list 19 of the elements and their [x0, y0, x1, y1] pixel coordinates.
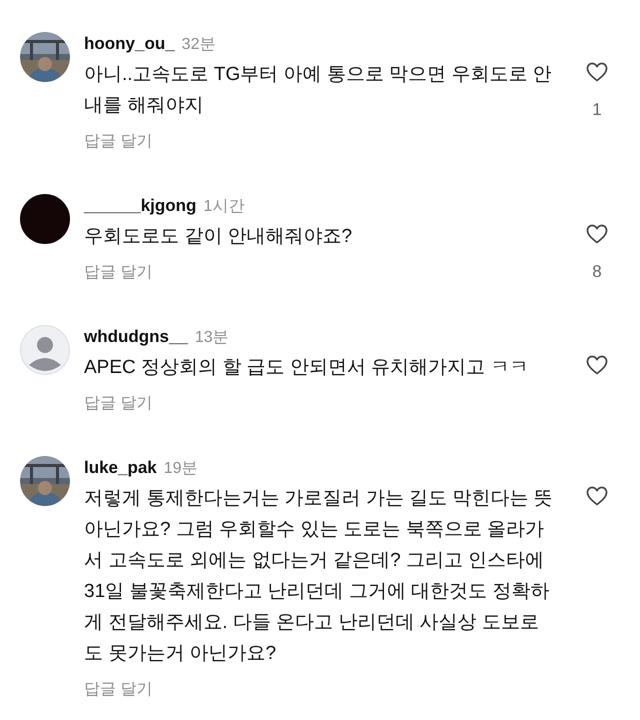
comment-text: 저렇게 통제한다는거는 가로질러 가는 길도 막힌다는 뜻아닌가요? 그럼 우회할수 있는 도로는 북쪽으로 올라가서 고속도로 외에는 없다는거 같은데? 그리고 인스타에 31일 불꽃축제한다고 난리던데 그거에 대한것도 정확하게 전달해주세요. 다들 온다고 난리던데 사실상 도보로도 못가는거 아닌가요?: [84, 487, 554, 666]
like-icon[interactable]: [584, 353, 610, 377]
comment-text: APEC 정상회의 할 급도 안되면서 유치해가지고 ㅋㅋ: [84, 356, 530, 380]
username[interactable]: hoony_ou_: [84, 34, 175, 54]
comment-time: 13분: [194, 328, 229, 348]
comment-time: 19분: [164, 459, 198, 479]
username[interactable]: luke_pak: [84, 458, 157, 478]
comment-text: 우회도로도 같이 안내해줘야죠?: [84, 225, 354, 249]
like-icon[interactable]: [584, 60, 610, 84]
comment-text: 아니..고속도로 TG부터 아예 통으로 막으면 우회도로 안내를 해줘야지: [84, 63, 553, 118]
username[interactable]: ______kjgong: [84, 196, 196, 216]
like-count: 8: [592, 262, 602, 282]
comment-time: 1시간: [203, 197, 244, 217]
username[interactable]: whdudgns__: [84, 327, 188, 347]
default-avatar-icon: [20, 325, 70, 375]
comment-time: 32분: [182, 35, 216, 55]
like-count: 1: [592, 100, 602, 120]
like-icon[interactable]: [584, 222, 610, 246]
like-icon[interactable]: [584, 484, 610, 508]
